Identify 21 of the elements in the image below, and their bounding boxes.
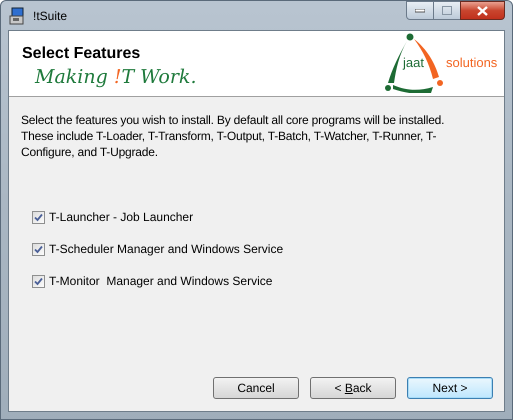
logo-suffix: solutions [446, 55, 498, 71]
maximize-button[interactable] [434, 1, 460, 20]
feature-label: T-Scheduler Manager and Windows Service [49, 241, 284, 258]
close-icon [477, 6, 488, 16]
page-title: Select Features [22, 44, 142, 64]
dialog-button[interactable]: Next > [407, 377, 493, 399]
dialog-button[interactable]: < Back [310, 377, 396, 399]
maximize-icon [442, 6, 452, 15]
close-button[interactable] [460, 1, 505, 20]
minimize-icon [415, 8, 425, 12]
feature-label: T-Launcher - Job Launcher [49, 209, 194, 226]
description-text: Select the features you wish to install. By default all core programs will be installed. These include T-Loader, T-Transform, T-Output, T-Batch, T-Watcher, T-Runner, T-Configure, and T-Upgrade. [20, 112, 446, 160]
tagline: Making !T Work. [35, 65, 196, 90]
feature-checkbox[interactable] [32, 210, 45, 224]
window-title: !tSuite [33, 8, 68, 24]
dialog-button[interactable]: Cancel [213, 377, 299, 399]
feature-checkbox[interactable] [32, 242, 45, 256]
feature-label: T-Monitor Manager and Windows Service [49, 273, 272, 290]
feature-checkbox[interactable] [32, 274, 45, 288]
logo-name: jaat [403, 55, 424, 71]
minimize-button[interactable] [406, 1, 434, 20]
